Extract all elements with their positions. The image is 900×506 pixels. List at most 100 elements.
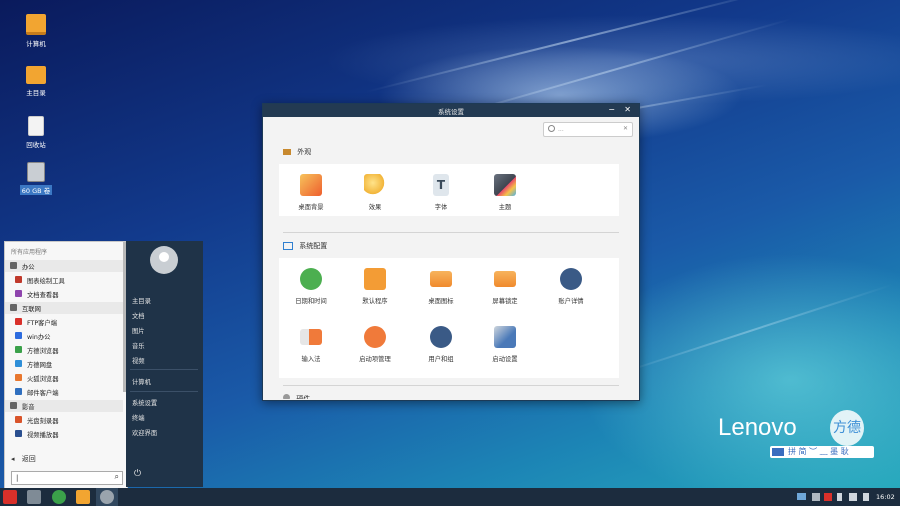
tray-icon[interactable]: [812, 493, 820, 501]
app-item[interactable]: 文档查看器: [5, 288, 123, 300]
places-documents[interactable]: 文档: [132, 311, 145, 320]
app-item[interactable]: 图表绘制工具: [5, 274, 123, 286]
browser-icon: [15, 346, 22, 353]
section-title: 外观: [297, 148, 312, 156]
setting-label: 用户和组: [428, 356, 454, 363]
setting-screen-lock[interactable]: 屏幕锁定: [485, 268, 525, 305]
setting-desktop-icons[interactable]: 桌面图标: [421, 268, 461, 305]
setting-users-groups[interactable]: 用户和组: [421, 326, 461, 363]
desktop-icon-drive[interactable]: 60 GB 卷: [13, 162, 59, 195]
system-settings-window: 系统设置 − ✕ ... ✕ 外观 桌面背景 效果 T 字体 主题 系统配置 日…: [262, 103, 640, 401]
trash-icon: [28, 116, 44, 136]
desktop-icon-home[interactable]: 主目录: [13, 66, 59, 97]
account-icon: [560, 268, 582, 290]
setting-wallpaper[interactable]: 桌面背景: [291, 174, 331, 211]
brand-tagline: 拼 简 ︶ ﹏ 墨 耿: [770, 446, 874, 458]
volume-icon[interactable]: [849, 493, 857, 501]
places-computer[interactable]: 计算机: [132, 377, 151, 386]
power-icon[interactable]: ⏻: [134, 469, 141, 479]
wallpaper-streak: [607, 283, 893, 379]
setting-startup-manager[interactable]: 启动项管理: [355, 326, 395, 363]
app-item[interactable]: 方德网盘: [5, 358, 123, 370]
app-item[interactable]: win办公: [5, 330, 123, 342]
window-titlebar[interactable]: 系统设置 − ✕: [263, 104, 639, 117]
close-button[interactable]: ✕: [624, 105, 631, 114]
places-home[interactable]: 主目录: [132, 296, 151, 305]
network-icon[interactable]: [797, 493, 806, 500]
battery-icon[interactable]: [837, 493, 842, 501]
setting-font[interactable]: T 字体: [421, 174, 461, 211]
document-viewer-icon: [15, 290, 22, 297]
places-divider: [130, 369, 198, 370]
clock[interactable]: 16:02: [876, 493, 895, 501]
users-groups-icon: [430, 326, 452, 348]
drive-icon: [27, 162, 45, 182]
system-config-section-icon: [283, 242, 293, 250]
desktop-icon-trash[interactable]: 回收站: [13, 116, 59, 149]
app-item[interactable]: FTP客户端: [5, 316, 123, 328]
default-apps-icon: [364, 268, 386, 290]
back-button[interactable]: ◂ 返回: [11, 454, 36, 464]
start-button[interactable]: [3, 490, 17, 504]
setting-account[interactable]: 账户详情: [551, 268, 591, 305]
app-item[interactable]: 火狐浏览器: [5, 372, 123, 384]
places-videos[interactable]: 视频: [132, 356, 145, 365]
app-item[interactable]: 光盘刻录器: [5, 414, 123, 426]
file-manager-icon[interactable]: [76, 490, 90, 504]
setting-label: 桌面背景: [298, 204, 324, 211]
appearance-section-icon: [283, 149, 291, 155]
app-category[interactable]: 互联网: [5, 302, 123, 314]
setting-label: 屏幕锁定: [492, 298, 518, 305]
desktop-icon-label: 回收站: [26, 141, 46, 149]
app-item[interactable]: 视频播放器: [5, 428, 123, 440]
places-welcome[interactable]: 欢迎界面: [132, 428, 157, 437]
setting-default-apps[interactable]: 默认程序: [355, 268, 395, 305]
minimize-button[interactable]: −: [608, 105, 615, 114]
browser-icon[interactable]: [52, 490, 66, 504]
input-tray-icon[interactable]: [824, 493, 832, 501]
app-item[interactable]: 方德浏览器: [5, 344, 123, 356]
back-label: 返回: [21, 455, 36, 463]
internet-icon: [10, 304, 17, 311]
places-pictures[interactable]: 图片: [132, 326, 145, 335]
notification-icon[interactable]: [863, 493, 869, 501]
setting-boot[interactable]: 启动设置: [485, 326, 525, 363]
setting-date-time[interactable]: 日期和时间: [291, 268, 331, 305]
desktop-icons-icon: [430, 271, 452, 287]
settings-icon[interactable]: [100, 490, 114, 504]
user-avatar[interactable]: [150, 246, 178, 274]
effects-wand-icon: [364, 174, 386, 196]
show-desktop-icon[interactable]: [27, 490, 41, 504]
cloud-disk-icon: [15, 360, 22, 367]
app-label: 办公: [22, 264, 35, 271]
all-apps-header: 所有应用程序: [11, 249, 48, 256]
section-title: 硬件: [296, 395, 311, 399]
wallpaper-streak: [365, 0, 775, 93]
setting-label: 账户详情: [558, 298, 584, 305]
brand-tagline-mark-icon: [772, 448, 784, 456]
font-icon: T: [433, 174, 449, 196]
avatar-head-icon: [159, 252, 169, 262]
app-label: 火狐浏览器: [27, 376, 59, 383]
boot-settings-icon: [494, 326, 516, 348]
search-clear-icon[interactable]: ✕: [623, 125, 628, 132]
app-item[interactable]: 邮件客户端: [5, 386, 123, 398]
places-music[interactable]: 音乐: [132, 341, 145, 350]
setting-input-method[interactable]: 输入法: [291, 326, 331, 363]
desktop-icon-computer[interactable]: 计算机: [13, 14, 59, 48]
app-label: 视频播放器: [27, 432, 59, 439]
app-category[interactable]: 影音: [5, 400, 123, 412]
app-search-input[interactable]: | ⌕: [11, 471, 123, 485]
places-system-settings[interactable]: 系统设置: [132, 398, 157, 407]
office-icon: [10, 262, 17, 269]
app-category[interactable]: 办公: [5, 260, 123, 272]
desktop-icon-label: 60 GB 卷: [19, 185, 53, 195]
setting-theme[interactable]: 主题: [485, 174, 525, 211]
app-label: 图表绘制工具: [27, 278, 65, 285]
taskbar: 16:02: [0, 488, 900, 506]
section-system-config-header: 系统配置: [283, 241, 327, 251]
setting-effects[interactable]: 效果: [355, 174, 395, 211]
app-label: FTP客户端: [27, 320, 58, 327]
settings-search-input[interactable]: ... ✕: [543, 122, 633, 137]
places-terminal[interactable]: 终端: [132, 413, 145, 422]
